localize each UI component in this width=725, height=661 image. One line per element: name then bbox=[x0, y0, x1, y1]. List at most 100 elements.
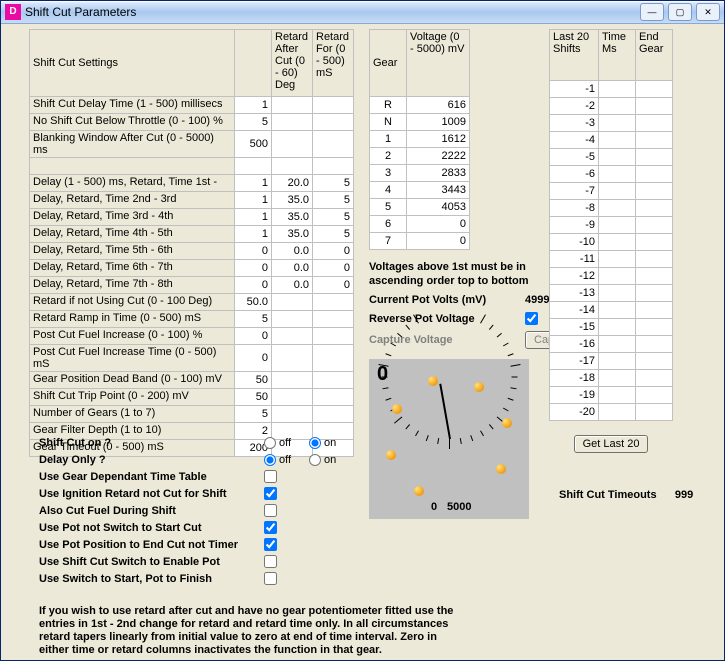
gear-voltage-cell[interactable]: 2833 bbox=[407, 165, 470, 182]
setting-value-2[interactable] bbox=[272, 311, 313, 328]
setting-value-2[interactable] bbox=[272, 372, 313, 389]
setting-value-2[interactable] bbox=[272, 389, 313, 406]
setting-value-1[interactable]: 1 bbox=[235, 175, 272, 192]
setting-value-2[interactable] bbox=[272, 97, 313, 114]
shift-index-cell: -11 bbox=[550, 251, 599, 268]
gear-voltage-cell[interactable]: 616 bbox=[407, 97, 470, 114]
setting-value-3[interactable]: 0 bbox=[313, 260, 354, 277]
shift-time-cell bbox=[599, 285, 636, 302]
shift-cut-on-radio[interactable] bbox=[309, 437, 321, 449]
setting-value-2[interactable]: 0.0 bbox=[272, 277, 313, 294]
setting-value-1[interactable]: 50 bbox=[235, 372, 272, 389]
setting-value-3[interactable]: 5 bbox=[313, 226, 354, 243]
setting-value-2[interactable] bbox=[272, 345, 313, 372]
setting-value-1[interactable]: 1 bbox=[235, 209, 272, 226]
setting-value-1[interactable]: 500 bbox=[235, 131, 272, 158]
setting-value-2[interactable] bbox=[272, 114, 313, 131]
setting-value-2[interactable]: 0.0 bbox=[272, 260, 313, 277]
setting-value-1[interactable]: 5 bbox=[235, 114, 272, 131]
setting-value-3[interactable]: 0 bbox=[313, 277, 354, 294]
setting-value-3[interactable]: 5 bbox=[313, 175, 354, 192]
setting-row-label: Blanking Window After Cut (0 - 5000) ms bbox=[30, 131, 235, 158]
option-checkbox[interactable] bbox=[264, 504, 277, 517]
gear-cell[interactable]: 6 bbox=[370, 216, 407, 233]
gear-voltage-cell[interactable]: 1009 bbox=[407, 114, 470, 131]
setting-value-2[interactable]: 35.0 bbox=[272, 192, 313, 209]
setting-value-1[interactable]: 50 bbox=[235, 389, 272, 406]
setting-value-3[interactable] bbox=[313, 131, 354, 158]
setting-value-3[interactable] bbox=[313, 114, 354, 131]
gear-cell[interactable]: R bbox=[370, 97, 407, 114]
maximize-button[interactable]: ▢ bbox=[668, 3, 692, 21]
setting-value-1[interactable]: 0 bbox=[235, 260, 272, 277]
setting-value-1[interactable]: 0 bbox=[235, 328, 272, 345]
gear-cell[interactable]: 1 bbox=[370, 131, 407, 148]
setting-value-2[interactable]: 35.0 bbox=[272, 226, 313, 243]
gear-cell[interactable]: 5 bbox=[370, 199, 407, 216]
setting-value-1[interactable]: 1 bbox=[235, 226, 272, 243]
setting-row-label: Delay, Retard, Time 6th - 7th bbox=[30, 260, 235, 277]
timeouts-label: Shift Cut Timeouts bbox=[559, 489, 657, 501]
window-title: Shift Cut Parameters bbox=[25, 5, 640, 19]
setting-value-2[interactable] bbox=[272, 406, 313, 423]
option-checkbox[interactable] bbox=[264, 487, 277, 500]
option-checkbox[interactable] bbox=[264, 538, 277, 551]
option-checkbox[interactable] bbox=[264, 521, 277, 534]
setting-value-3[interactable] bbox=[313, 97, 354, 114]
setting-value-2[interactable]: 0.0 bbox=[272, 243, 313, 260]
option-checkbox[interactable] bbox=[264, 572, 277, 585]
shifts-table[interactable]: Last 20 Shifts Time Ms End Gear -1-2-3-4… bbox=[549, 29, 673, 421]
setting-value-3[interactable] bbox=[313, 345, 354, 372]
setting-value-2[interactable]: 35.0 bbox=[272, 209, 313, 226]
gear-cell[interactable]: 7 bbox=[370, 233, 407, 250]
gear-cell[interactable]: 4 bbox=[370, 182, 407, 199]
shift-index-cell: -4 bbox=[550, 132, 599, 149]
get-last-20-button[interactable]: Get Last 20 bbox=[574, 435, 649, 453]
shift-gear-cell bbox=[636, 149, 673, 166]
gear-cell[interactable]: 3 bbox=[370, 165, 407, 182]
gear-voltage-cell[interactable]: 3443 bbox=[407, 182, 470, 199]
setting-row-label: Retard Ramp in Time (0 - 500) mS bbox=[30, 311, 235, 328]
option-checkbox[interactable] bbox=[264, 555, 277, 568]
shift-index-cell: -12 bbox=[550, 268, 599, 285]
reverse-pot-checkbox[interactable] bbox=[525, 312, 538, 325]
setting-value-1[interactable]: 5 bbox=[235, 311, 272, 328]
option-checkbox[interactable] bbox=[264, 470, 277, 483]
minimize-button[interactable]: — bbox=[640, 3, 664, 21]
setting-value-3[interactable]: 5 bbox=[313, 209, 354, 226]
shift-cut-off-radio[interactable] bbox=[264, 437, 276, 449]
setting-value-3[interactable] bbox=[313, 372, 354, 389]
close-button[interactable]: ✕ bbox=[696, 3, 720, 21]
setting-value-1[interactable]: 0 bbox=[235, 345, 272, 372]
setting-value-1[interactable]: 50.0 bbox=[235, 294, 272, 311]
gear-cell[interactable]: 2 bbox=[370, 148, 407, 165]
settings-table[interactable]: Shift Cut Settings Retard After Cut (0 -… bbox=[29, 29, 354, 457]
setting-value-1[interactable]: 0 bbox=[235, 277, 272, 294]
setting-value-3[interactable] bbox=[313, 311, 354, 328]
delay-only-on-radio[interactable] bbox=[309, 454, 321, 466]
delay-only-off-radio[interactable] bbox=[264, 454, 276, 466]
setting-value-1[interactable]: 0 bbox=[235, 243, 272, 260]
setting-value-3[interactable] bbox=[313, 294, 354, 311]
gear-voltage-cell[interactable]: 4053 bbox=[407, 199, 470, 216]
setting-value-2[interactable]: 20.0 bbox=[272, 175, 313, 192]
gear-cell[interactable]: N bbox=[370, 114, 407, 131]
setting-value-1[interactable]: 1 bbox=[235, 192, 272, 209]
gear-voltage-cell[interactable]: 2222 bbox=[407, 148, 470, 165]
setting-value-3[interactable] bbox=[313, 389, 354, 406]
titlebar: D Shift Cut Parameters — ▢ ✕ bbox=[1, 1, 724, 24]
setting-value-3[interactable]: 0 bbox=[313, 243, 354, 260]
setting-value-2[interactable] bbox=[272, 294, 313, 311]
setting-value-3[interactable] bbox=[313, 406, 354, 423]
setting-value-3[interactable]: 5 bbox=[313, 192, 354, 209]
gear-voltage-cell[interactable]: 0 bbox=[407, 233, 470, 250]
setting-value-1[interactable]: 1 bbox=[235, 97, 272, 114]
shift-gear-cell bbox=[636, 285, 673, 302]
gear-voltage-cell[interactable]: 1612 bbox=[407, 131, 470, 148]
setting-value-2[interactable] bbox=[272, 328, 313, 345]
gear-voltage-table[interactable]: Gear Voltage (0 - 5000) mV R616N10091161… bbox=[369, 29, 470, 250]
setting-value-2[interactable] bbox=[272, 131, 313, 158]
gear-voltage-cell[interactable]: 0 bbox=[407, 216, 470, 233]
setting-value-3[interactable] bbox=[313, 328, 354, 345]
setting-value-1[interactable]: 5 bbox=[235, 406, 272, 423]
